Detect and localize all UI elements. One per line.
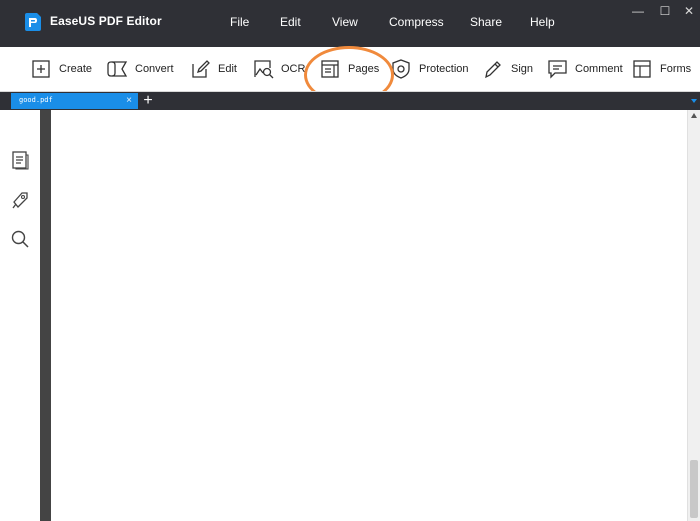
forms-label: Forms: [660, 63, 692, 75]
sign-pen-icon: [485, 61, 501, 79]
ocr-icon: [254, 60, 274, 79]
edit-button[interactable]: Edit: [190, 58, 237, 80]
app-window: EaseUS PDF Editor File Edit View Compres…: [0, 0, 700, 521]
edit-label: Edit: [218, 63, 237, 75]
create-button[interactable]: Create: [31, 58, 92, 80]
scroll-thumb[interactable]: [690, 460, 698, 518]
tab-close-button[interactable]: ×: [126, 94, 132, 108]
convert-label: Convert: [135, 63, 174, 75]
pages-label: Pages: [348, 63, 380, 75]
pages-icon: [321, 60, 339, 78]
menu-share[interactable]: Share: [470, 15, 502, 29]
pages-button[interactable]: Pages: [320, 58, 379, 80]
vertical-scrollbar[interactable]: [687, 110, 700, 521]
app-title: EaseUS PDF Editor: [50, 14, 162, 28]
minimize-button[interactable]: —: [631, 4, 645, 18]
menu-file[interactable]: File: [230, 15, 249, 29]
thumbnails-icon[interactable]: [10, 150, 30, 170]
main-toolbar: Create Convert Edit OCR Pages Protection…: [0, 47, 700, 91]
ocr-label: OCR: [281, 63, 306, 75]
ocr-button[interactable]: OCR: [253, 58, 305, 80]
side-panel-divider: [40, 110, 51, 521]
easeus-pdf-logo-icon: [25, 13, 41, 31]
protection-button[interactable]: Protection: [391, 58, 469, 80]
tab-list-dropdown-icon[interactable]: [691, 99, 697, 103]
add-tab-button[interactable]: +: [141, 92, 155, 110]
comment-button[interactable]: Comment: [547, 58, 623, 80]
forms-icon: [633, 60, 651, 78]
menu-view[interactable]: View: [332, 15, 358, 29]
close-window-button[interactable]: ✕: [682, 4, 696, 18]
title-bar: EaseUS PDF Editor File Edit View Compres…: [0, 0, 700, 47]
sign-label: Sign: [511, 63, 534, 75]
document-tab[interactable]: good.pdf ×: [11, 93, 138, 109]
document-tab-strip: good.pdf × +: [0, 91, 700, 110]
menu-edit[interactable]: Edit: [280, 15, 301, 29]
create-label: Create: [59, 63, 93, 75]
side-panel: [0, 110, 40, 521]
document-tab-label: good.pdf: [19, 96, 53, 104]
scroll-up-arrow-icon[interactable]: [691, 113, 697, 118]
comment-label: Comment: [575, 63, 623, 75]
search-icon[interactable]: [10, 229, 30, 249]
convert-button[interactable]: Convert: [107, 58, 174, 80]
shield-icon: [392, 59, 410, 79]
menu-help[interactable]: Help: [530, 15, 555, 29]
sign-button[interactable]: Sign: [483, 58, 533, 80]
convert-icon: [107, 61, 128, 77]
maximize-button[interactable]: ☐: [658, 4, 672, 18]
bookmark-icon[interactable]: [10, 190, 30, 210]
menu-compress[interactable]: Compress: [389, 15, 444, 29]
edit-pen-icon: [192, 60, 210, 78]
protection-label: Protection: [419, 63, 469, 75]
plus-square-icon: [32, 60, 50, 78]
comment-icon: [548, 60, 567, 79]
document-page-view[interactable]: [51, 110, 687, 521]
forms-button[interactable]: Forms: [632, 58, 691, 80]
